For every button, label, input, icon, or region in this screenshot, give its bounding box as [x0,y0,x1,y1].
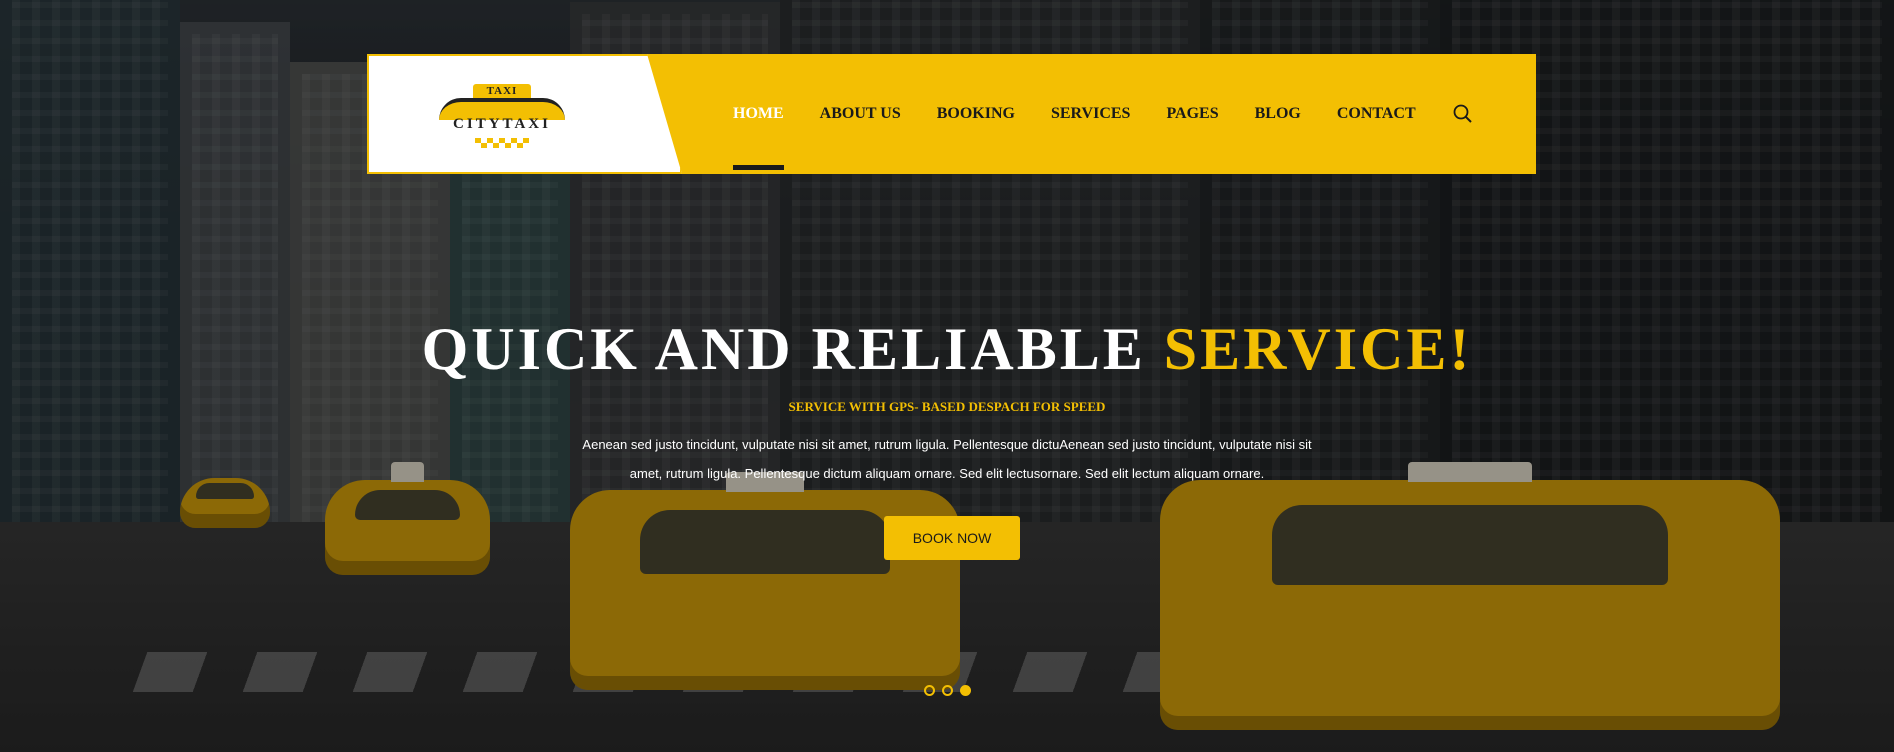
hero-title-main: QUICK AND RELIABLE [421,316,1164,382]
hero-title-accent: SERVICE! [1163,316,1473,382]
hero-description: Aenean sed justo tincidunt, vulputate ni… [582,437,1312,481]
site-header: TAXI CITYTAXI HOME ABOUT US BOOKING SERV… [367,54,1536,174]
logo-checker-pattern [475,138,529,148]
nav-item-home[interactable]: HOME [733,54,784,174]
logo-taxi-sign: TAXI [473,84,531,98]
site-logo[interactable]: TAXI CITYTAXI [437,84,567,148]
search-icon[interactable] [1452,103,1474,125]
slider-dot[interactable] [924,685,935,696]
nav-item-about-us[interactable]: ABOUT US [820,54,901,174]
slider-dot-active[interactable] [960,685,971,696]
nav-item-blog[interactable]: BLOG [1255,54,1301,174]
hero-subtitle: SERVICE WITH GPS- BASED DESPACH FOR SPEE… [788,399,1106,414]
nav-item-services[interactable]: SERVICES [1051,54,1130,174]
slider-pagination [924,685,978,696]
nav-item-contact[interactable]: CONTACT [1337,54,1416,174]
logo-name: CITYTAXI [453,116,551,132]
nav-item-booking[interactable]: BOOKING [937,54,1015,174]
hero-slider: TAXI CITYTAXI HOME ABOUT US BOOKING SERV… [0,0,1894,752]
logo-area: TAXI CITYTAXI [367,54,682,174]
nav-item-pages[interactable]: PAGES [1166,54,1218,174]
hero-title: QUICK AND RELIABLE SERVICE! [0,315,1894,384]
slider-dot[interactable] [942,685,953,696]
main-nav: HOME ABOUT US BOOKING SERVICES PAGES BLO… [733,54,1452,174]
book-now-button[interactable]: BOOK NOW [884,516,1020,560]
